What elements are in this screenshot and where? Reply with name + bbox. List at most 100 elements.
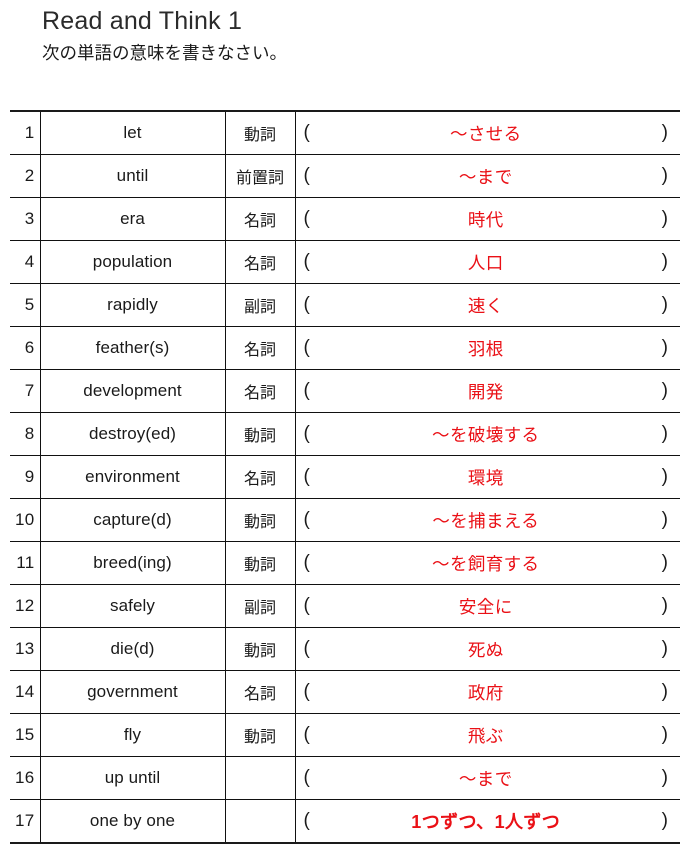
paren-close: ) <box>661 336 668 358</box>
row-number: 9 <box>10 455 41 499</box>
vocabulary-word: environment <box>40 455 226 499</box>
vocabulary-word: destroy(ed) <box>40 412 226 456</box>
row-number: 1 <box>10 111 41 155</box>
table-row: 1 let 動詞(〜させる) <box>10 111 680 155</box>
table-row: 17 one by one (1つずつ、1人ずつ) <box>10 799 680 844</box>
answer-text[interactable]: 1つずつ、1人ずつ <box>310 808 662 834</box>
answer-text[interactable]: 速く <box>310 293 662 318</box>
table-row: 12 safely 副詞(安全に) <box>10 584 680 628</box>
answer-text[interactable]: 安全に <box>310 594 662 619</box>
answer-row: (政府) <box>296 671 681 713</box>
paren-close: ) <box>661 809 668 831</box>
answer-cell[interactable]: (時代) <box>295 197 681 241</box>
paren-close: ) <box>661 121 668 143</box>
table-row: 3 era 名詞(時代) <box>10 197 681 241</box>
row-number: 12 <box>10 584 41 628</box>
table-row: 16 up until (〜まで) <box>10 756 681 800</box>
worksheet-header: Read and Think 1 次の単語の意味を書きなさい。 <box>0 0 685 68</box>
answer-text[interactable]: 〜まで <box>310 164 662 189</box>
answer-cell[interactable]: (1つずつ、1人ずつ) <box>295 800 680 844</box>
vocabulary-word: one by one <box>40 799 226 843</box>
part-of-speech <box>225 756 296 800</box>
table-row: 13 die(d) 動詞(死ぬ) <box>10 627 680 671</box>
vocabulary-table: 1 let 動詞(〜させる) 2 until 前置詞(〜まで) 3 era 名詞(時代) 4 pop… <box>10 110 680 844</box>
vocabulary-word: population <box>40 240 226 284</box>
part-of-speech: 名詞 <box>225 670 296 714</box>
page-title: Read and Think 1 <box>42 7 243 35</box>
row-number: 13 <box>10 627 41 671</box>
vocabulary-word: breed(ing) <box>40 541 226 585</box>
answer-row: (1つずつ、1人ずつ) <box>296 800 681 842</box>
answer-cell[interactable]: (速く) <box>295 283 680 327</box>
answer-text[interactable]: 羽根 <box>310 336 662 361</box>
table-row: 8 destroy(ed) 動詞(〜を破壊する) <box>10 412 680 456</box>
answer-cell[interactable]: (安全に) <box>295 584 680 628</box>
part-of-speech: 動詞 <box>225 713 296 757</box>
answer-text[interactable]: 〜を飼育する <box>310 551 662 576</box>
answer-cell[interactable]: (羽根) <box>295 326 680 370</box>
answer-row: (〜させる) <box>296 112 681 154</box>
paren-close: ) <box>661 766 668 788</box>
vocabulary-word: let <box>40 111 226 155</box>
table-row: 15 fly 動詞(飛ぶ) <box>10 713 681 757</box>
row-number: 10 <box>10 498 41 542</box>
answer-cell[interactable]: (〜を飼育する) <box>295 541 680 585</box>
paren-close: ) <box>661 637 668 659</box>
answer-row: (〜まで) <box>296 155 681 197</box>
answer-text[interactable]: 人口 <box>310 250 662 275</box>
answer-text[interactable]: 死ぬ <box>310 637 662 662</box>
vocabulary-word: die(d) <box>40 627 226 671</box>
row-number: 6 <box>10 326 41 370</box>
answer-row: (時代) <box>296 198 681 240</box>
part-of-speech: 名詞 <box>225 369 296 413</box>
worksheet-page: Read and Think 1 次の単語の意味を書きなさい。 1 let 動詞(〜… <box>0 0 685 844</box>
vocabulary-word: until <box>40 154 226 198</box>
answer-text[interactable]: 政府 <box>310 680 662 705</box>
answer-cell[interactable]: (〜まで) <box>295 154 681 198</box>
answer-cell[interactable]: (開発) <box>295 369 681 413</box>
answer-cell[interactable]: (飛ぶ) <box>295 713 681 757</box>
answer-text[interactable]: 環境 <box>310 465 662 490</box>
paren-close: ) <box>661 551 668 573</box>
answer-cell[interactable]: (〜を破壊する) <box>295 412 680 456</box>
vocabulary-word: up until <box>40 756 226 800</box>
answer-cell[interactable]: (〜させる) <box>295 111 680 155</box>
row-number: 8 <box>10 412 41 456</box>
answer-cell[interactable]: (環境) <box>295 455 680 499</box>
answer-text[interactable]: 開発 <box>310 379 662 404</box>
vocabulary-word: fly <box>40 713 226 757</box>
paren-close: ) <box>661 250 668 272</box>
table-row: 5 rapidly 副詞(速く) <box>10 283 680 327</box>
part-of-speech: 動詞 <box>225 541 296 585</box>
answer-row: (〜まで) <box>296 757 681 799</box>
part-of-speech: 名詞 <box>225 326 296 370</box>
row-number: 11 <box>10 541 41 585</box>
part-of-speech <box>225 799 296 843</box>
vocabulary-word: feather(s) <box>40 326 226 370</box>
answer-cell[interactable]: (政府) <box>295 670 681 714</box>
answer-text[interactable]: 〜を破壊する <box>310 422 662 447</box>
row-number: 14 <box>10 670 41 714</box>
answer-text[interactable]: 〜させる <box>310 121 662 146</box>
table-row: 11 breed(ing) 動詞(〜を飼育する) <box>10 541 680 585</box>
answer-text[interactable]: 飛ぶ <box>310 723 662 748</box>
vocabulary-word: era <box>40 197 226 241</box>
answer-cell[interactable]: (〜を捕まえる) <box>295 498 680 542</box>
answer-text[interactable]: 時代 <box>310 207 662 232</box>
part-of-speech: 名詞 <box>225 455 296 499</box>
answer-row: (開発) <box>296 370 681 412</box>
row-number: 7 <box>10 369 41 413</box>
answer-text[interactable]: 〜を捕まえる <box>310 508 662 533</box>
paren-close: ) <box>661 422 668 444</box>
row-number: 17 <box>10 799 41 843</box>
table-row: 4 population 名詞(人口) <box>10 240 680 284</box>
table-row: 14 government 名詞(政府) <box>10 670 681 714</box>
table-row: 10 capture(d) 動詞(〜を捕まえる) <box>10 498 680 542</box>
table-row: 6 feather(s) 名詞(羽根) <box>10 326 680 370</box>
answer-cell[interactable]: (人口) <box>295 240 680 284</box>
answer-cell[interactable]: (〜まで) <box>295 756 681 800</box>
answer-text[interactable]: 〜まで <box>310 766 662 791</box>
answer-cell[interactable]: (死ぬ) <box>295 627 680 671</box>
vocabulary-word: government <box>40 670 226 714</box>
answer-row: (飛ぶ) <box>296 714 681 756</box>
